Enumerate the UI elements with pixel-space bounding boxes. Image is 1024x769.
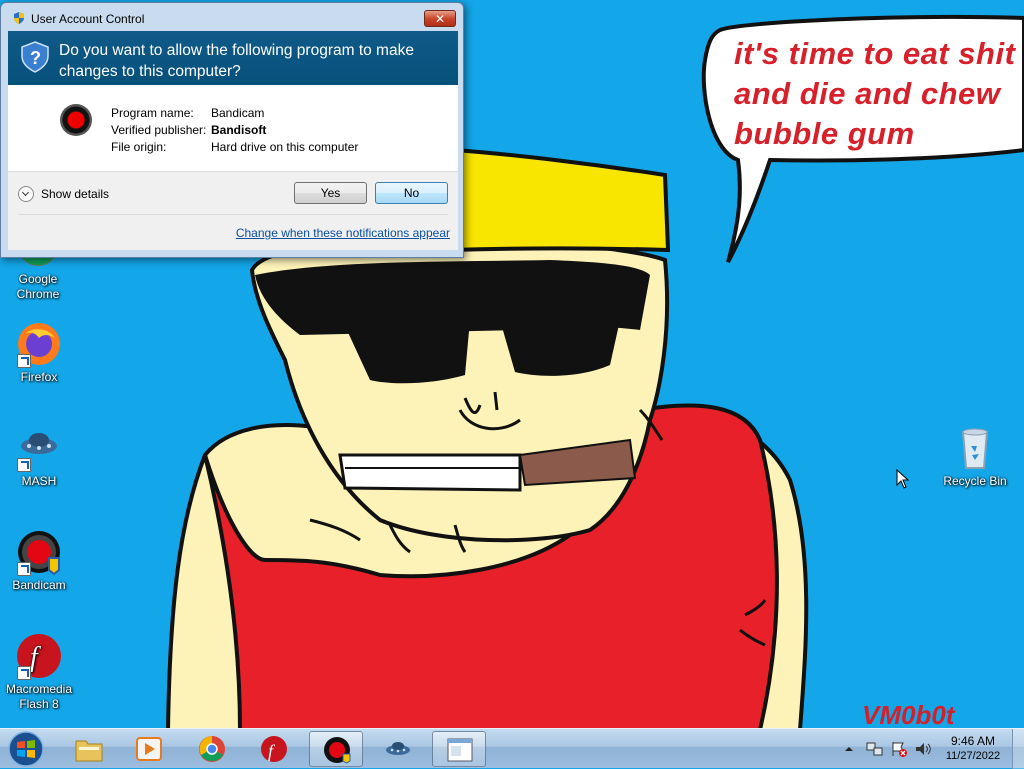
flash-icon: f xyxy=(261,736,287,762)
taskbar-bandicam[interactable] xyxy=(309,731,363,767)
firefox-icon xyxy=(15,320,63,368)
clock-time: 9:46 AM xyxy=(950,734,996,748)
desktop-icon-label: Firefox xyxy=(20,370,58,384)
desktop-icon-label: Macromedia Flash 8 xyxy=(5,682,73,711)
close-button[interactable]: ✕ xyxy=(424,10,456,27)
uac-shield-icon xyxy=(14,12,24,24)
network-icon[interactable] xyxy=(866,740,884,758)
mouse-cursor-icon xyxy=(896,469,910,489)
shortcut-arrow-icon xyxy=(17,562,31,576)
divider xyxy=(18,214,448,215)
uac-body: Program name: Bandicam Verified publisher… xyxy=(8,85,458,171)
speech-bubble-text: it's time to eat shit and die and chew b… xyxy=(734,36,1016,151)
svg-text:?: ? xyxy=(30,48,41,68)
uac-banner: ? Do you want to allow the following pro… xyxy=(8,31,458,85)
show-details-toggle[interactable]: Show details xyxy=(18,186,109,202)
window-icon xyxy=(447,738,473,762)
desktop-icon-label: Google Chrome xyxy=(16,272,60,301)
taskbar-chrome[interactable] xyxy=(185,731,239,767)
desktop-icon-label: Recycle Bin xyxy=(943,474,1007,488)
shortcut-arrow-icon xyxy=(17,666,31,680)
chrome-icon xyxy=(199,736,225,762)
yes-button[interactable]: Yes xyxy=(294,182,367,204)
uac-footer: Show details Yes No Change when these no… xyxy=(8,171,458,250)
uac-title: User Account Control xyxy=(31,12,145,26)
bandicam-icon xyxy=(15,528,63,576)
uac-question: Do you want to allow the following progr… xyxy=(59,42,414,80)
action-center-flag-icon[interactable] xyxy=(890,740,908,758)
taskbar-uac-window[interactable] xyxy=(432,731,486,767)
bandicam-icon xyxy=(324,737,351,764)
show-desktop-button[interactable] xyxy=(1012,729,1024,769)
folder-icon xyxy=(75,740,103,762)
clock-date: 11/27/2022 xyxy=(945,750,1001,762)
origin-value: Hard drive on this computer xyxy=(211,140,359,154)
media-player-icon xyxy=(136,737,162,761)
no-button[interactable]: No xyxy=(375,182,448,204)
taskbar-media-player[interactable] xyxy=(122,731,176,767)
flash-icon: f xyxy=(15,632,63,680)
desktop-icon-flash[interactable]: f Macromedia Flash 8 xyxy=(1,632,77,712)
shortcut-arrow-icon xyxy=(17,354,31,368)
notification-settings-link[interactable]: Change when these notifications appear xyxy=(236,226,450,240)
program-name-value: Bandicam xyxy=(211,106,265,120)
taskbar-flash[interactable]: f xyxy=(247,731,301,767)
sunglasses-right xyxy=(500,320,620,376)
program-name-label: Program name: xyxy=(111,106,194,120)
taskbar: f 9:46 AM 11/27/2022 xyxy=(0,728,1024,769)
desktop-icon-bandicam[interactable]: Bandicam xyxy=(1,528,77,593)
uac-titlebar[interactable]: User Account Control ✕ xyxy=(1,3,463,29)
desktop-icon-recycle-bin[interactable]: Recycle Bin xyxy=(937,424,1013,489)
program-info: Program name: Bandicam Verified publisher… xyxy=(111,105,358,156)
bandicam-icon xyxy=(60,104,92,136)
publisher-value: Bandisoft xyxy=(211,123,267,137)
system-clock[interactable]: 9:46 AM 11/27/2022 xyxy=(938,734,1008,764)
desktop-icon-mash[interactable]: MASH xyxy=(1,424,77,489)
uac-dialog: User Account Control ✕ ? Do you want to … xyxy=(0,2,464,258)
desktop-icon-label: MASH xyxy=(21,474,57,488)
chevron-down-icon xyxy=(18,186,34,202)
desktop-icon-label: Bandicam xyxy=(12,578,66,592)
volume-icon[interactable] xyxy=(914,740,932,758)
origin-label: File origin: xyxy=(111,140,167,154)
wallpaper-signature: VM0b0t xyxy=(862,700,955,730)
mash-icon xyxy=(15,424,63,472)
show-hidden-icons-button[interactable] xyxy=(844,744,854,754)
mash-icon xyxy=(386,742,410,755)
recycle-bin-icon xyxy=(951,424,999,472)
show-details-label: Show details xyxy=(41,187,110,201)
teeth xyxy=(338,453,522,492)
cap xyxy=(447,147,671,253)
taskbar-mash[interactable] xyxy=(371,731,425,767)
desktop-icon-firefox[interactable]: Firefox xyxy=(1,320,77,385)
publisher-label: Verified publisher: xyxy=(111,123,207,137)
start-button[interactable] xyxy=(6,730,46,768)
shortcut-arrow-icon xyxy=(17,458,31,472)
taskbar-explorer[interactable] xyxy=(62,731,116,767)
uac-shield-icon: ? xyxy=(21,41,49,73)
